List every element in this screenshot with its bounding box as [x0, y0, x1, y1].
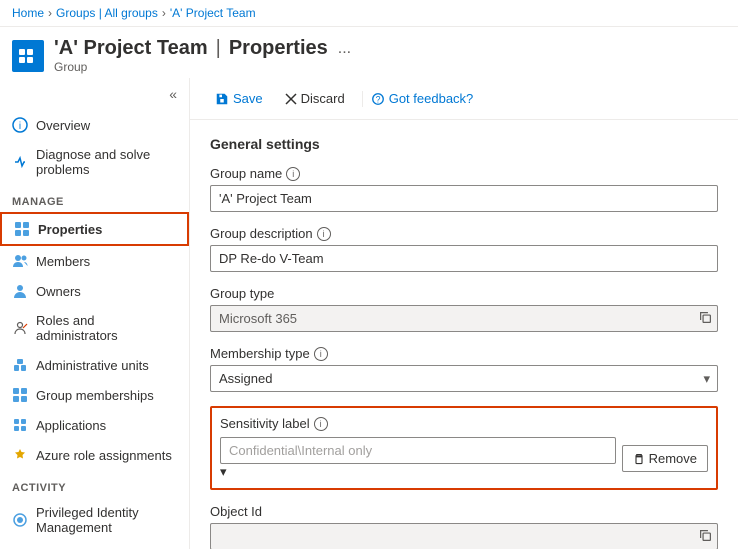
page-title-area: 'A' Project Team | Properties ... Group [54, 37, 351, 74]
properties-icon [14, 221, 30, 237]
save-button[interactable]: Save [206, 86, 272, 111]
toolbar: Save Discard ? Got feedback? [190, 78, 738, 120]
azure-roles-icon [12, 447, 28, 463]
group-name-info-icon[interactable]: i [286, 167, 300, 181]
remove-sensitivity-label-button[interactable]: Remove [622, 445, 708, 472]
sidebar-item-label: Overview [36, 118, 90, 133]
main-content: Save Discard ? Got feedback? General set… [190, 78, 738, 549]
group-desc-input[interactable] [210, 245, 718, 272]
membership-type-info-icon[interactable]: i [314, 347, 328, 361]
group-name-field: Group name i [210, 166, 718, 212]
sensitivity-label-group: Sensitivity label i Confidential\Interna… [210, 406, 718, 490]
info-icon: i [12, 117, 28, 133]
sidebar-item-roles-admins[interactable]: Roles and administrators [0, 306, 189, 350]
breadcrumb-groups[interactable]: Groups | All groups [56, 6, 158, 20]
sidebar-item-pim[interactable]: Privileged Identity Management [0, 498, 189, 542]
object-id-copy-icon[interactable] [699, 529, 712, 545]
sidebar-item-label: Applications [36, 418, 106, 433]
svg-text:?: ? [375, 94, 380, 104]
members-icon [12, 253, 28, 269]
sensitivity-label-box: Sensitivity label i Confidential\Interna… [210, 406, 718, 490]
object-id-field: Object Id [210, 504, 718, 549]
membership-type-select[interactable]: Assigned [210, 365, 718, 392]
sidebar-item-members[interactable]: Members [0, 246, 189, 276]
sidebar-item-owners[interactable]: Owners [0, 276, 189, 306]
group-type-field: Group type [210, 286, 718, 332]
sensitivity-label-title: Sensitivity label i [220, 416, 708, 431]
pim-icon [12, 512, 28, 528]
group-desc-label: Group description i [210, 226, 718, 241]
page-subtitle: Group [54, 60, 351, 74]
breadcrumb: Home › Groups | All groups › 'A' Project… [0, 0, 738, 27]
discard-button[interactable]: Discard [276, 86, 354, 111]
sensitivity-label-select[interactable]: Confidential\Internal only [220, 437, 616, 464]
membership-type-label: Membership type i [210, 346, 718, 361]
object-id-wrapper [210, 523, 718, 549]
applications-icon [12, 417, 28, 433]
group-name-label: Group name i [210, 166, 718, 181]
group-name-input-wrapper [210, 185, 718, 212]
diagnose-icon [12, 154, 28, 170]
group-memberships-icon [12, 387, 28, 403]
group-type-copy-icon[interactable] [699, 311, 712, 327]
feedback-button[interactable]: ? Got feedback? [371, 91, 474, 106]
membership-type-field: Membership type i Assigned ▾ [210, 346, 718, 392]
group-type-wrapper [210, 305, 718, 332]
object-id-label: Object Id [210, 504, 718, 519]
page-header: 'A' Project Team | Properties ... Group [0, 27, 738, 78]
sidebar-item-properties[interactable]: Properties [0, 212, 189, 246]
sidebar: « i Overview Diagnose and solve problems… [0, 78, 190, 549]
sensitivity-label-info-icon[interactable]: i [314, 417, 328, 431]
owners-icon [12, 283, 28, 299]
sidebar-item-label: Azure role assignments [36, 448, 172, 463]
form-area: General settings Group name i Group desc… [190, 120, 738, 549]
group-desc-info-icon[interactable]: i [317, 227, 331, 241]
object-id-input [210, 523, 718, 549]
group-icon [12, 40, 44, 72]
page-title: 'A' Project Team | Properties ... [54, 37, 351, 60]
sidebar-item-label: Members [36, 254, 90, 269]
sidebar-section-activity: Activity [0, 470, 189, 498]
sidebar-item-access-reviews[interactable]: Access reviews [0, 542, 189, 549]
group-name-input[interactable] [210, 185, 718, 212]
sidebar-section-manage: Manage [0, 184, 189, 212]
svg-text:i: i [19, 121, 21, 132]
admin-units-icon [12, 357, 28, 373]
sensitivity-chevron-icon: ▾ [220, 464, 227, 479]
sidebar-item-azure-roles[interactable]: Azure role assignments [0, 440, 189, 470]
sidebar-item-group-memberships[interactable]: Group memberships [0, 380, 189, 410]
collapse-sidebar-button[interactable]: « [165, 82, 181, 106]
sidebar-item-label: Owners [36, 284, 81, 299]
sidebar-item-admin-units[interactable]: Administrative units [0, 350, 189, 380]
sidebar-item-overview[interactable]: i Overview [0, 110, 189, 140]
sidebar-item-label: Privileged Identity Management [36, 505, 177, 535]
group-desc-field: Group description i [210, 226, 718, 272]
sidebar-item-label: Administrative units [36, 358, 149, 373]
section-title: General settings [210, 136, 718, 152]
group-type-input [210, 305, 718, 332]
breadcrumb-home[interactable]: Home [12, 6, 44, 20]
membership-type-select-wrapper: Assigned ▾ [210, 365, 718, 392]
sidebar-item-applications[interactable]: Applications [0, 410, 189, 440]
breadcrumb-project-team[interactable]: 'A' Project Team [170, 6, 256, 20]
roles-icon [12, 320, 28, 336]
sensitivity-input-row: Confidential\Internal only ▾ Remove [220, 437, 708, 480]
sidebar-item-label: Diagnose and solve problems [36, 147, 177, 177]
sidebar-item-label: Group memberships [36, 388, 154, 403]
group-type-label: Group type [210, 286, 718, 301]
sensitivity-select-wrapper: Confidential\Internal only ▾ [220, 437, 616, 480]
sidebar-item-diagnose[interactable]: Diagnose and solve problems [0, 140, 189, 184]
toolbar-divider [362, 91, 363, 107]
sidebar-item-label: Roles and administrators [36, 313, 177, 343]
sidebar-item-label: Properties [38, 222, 102, 237]
